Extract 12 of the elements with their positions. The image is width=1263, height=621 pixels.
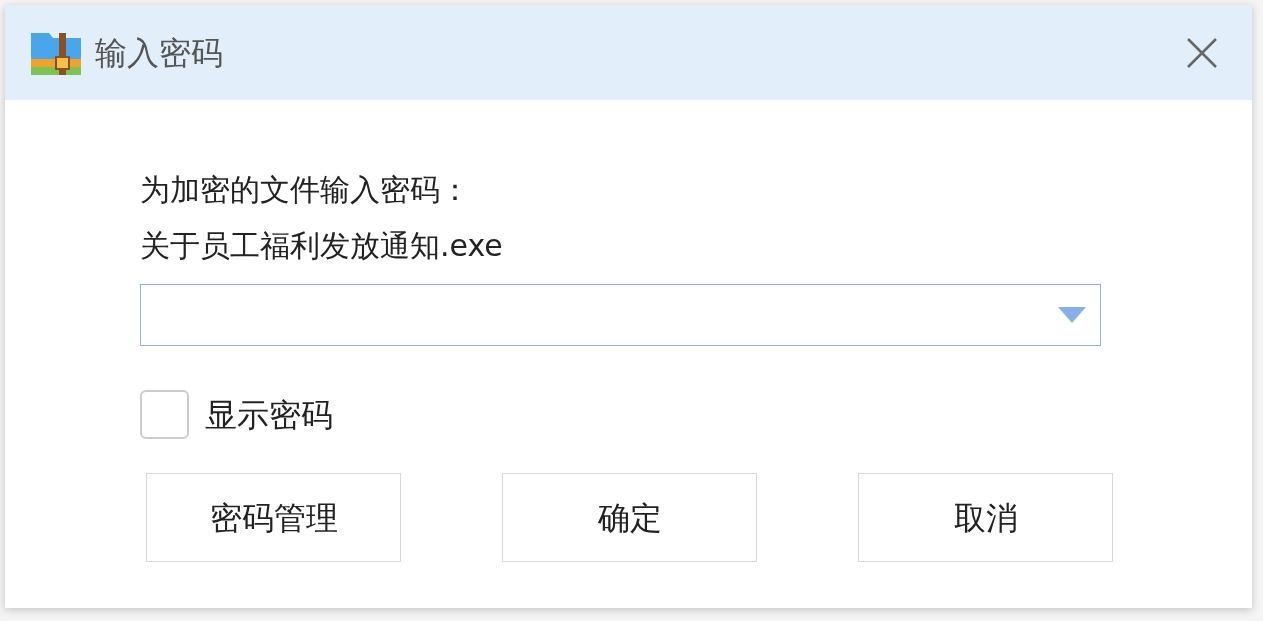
file-name: 关于员工福利发放通知.exe [140,227,504,265]
checkbox[interactable] [140,390,189,439]
archive-folder-icon [31,30,81,75]
window-title: 输入密码 [95,32,223,74]
checkbox-label[interactable]: 显示密码 [205,390,333,439]
password-combobox[interactable] [140,284,1101,346]
close-icon [1186,36,1218,69]
dialog-button[interactable]: 取消 [858,473,1113,562]
prompt-text: 为加密的文件输入密码： [140,171,471,209]
dialog-button[interactable]: 确定 [502,473,757,562]
dialog-button[interactable]: 密码管理 [146,473,401,562]
dropdown-caret-icon[interactable] [1058,307,1086,323]
